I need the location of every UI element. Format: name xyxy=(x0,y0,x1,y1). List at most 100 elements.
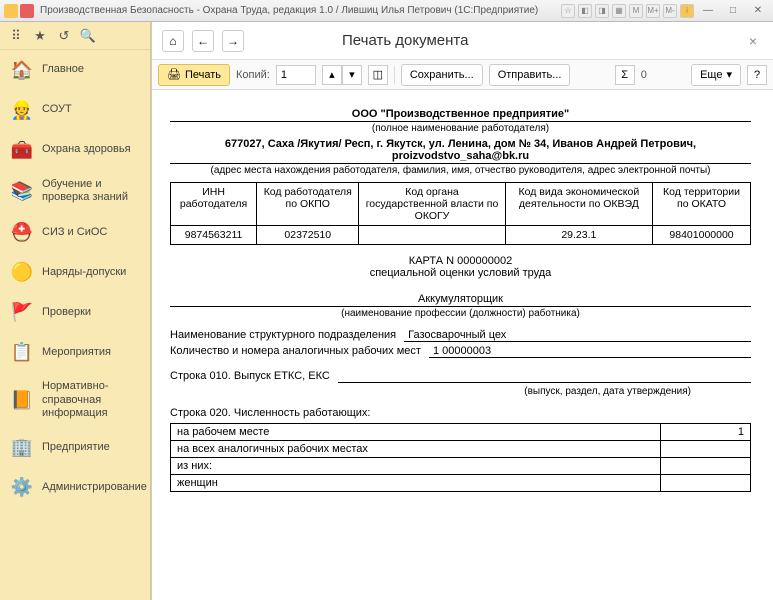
back-button[interactable]: ← xyxy=(192,30,214,52)
th-okogu: Код органа государственной власти по ОКО… xyxy=(359,183,505,226)
favorites-icon[interactable]: ★ xyxy=(32,28,48,44)
send-button[interactable]: Отправить... xyxy=(489,64,571,86)
maximize-icon[interactable]: □ xyxy=(722,3,744,19)
sidebar-tools: ⠿ ★ ↺ 🔍 xyxy=(0,22,150,50)
spin-up-icon[interactable]: ▴ xyxy=(322,65,342,85)
app-icon-2 xyxy=(20,4,34,18)
s020-label: Строка 020. Численность работающих: xyxy=(170,407,751,419)
preview-icon[interactable]: ◫ xyxy=(368,65,388,85)
th-inn: ИНН работодателя xyxy=(171,183,257,226)
s020-r3v xyxy=(661,458,751,475)
tb-tool-icon[interactable]: M xyxy=(629,4,643,18)
s020-r4v xyxy=(661,475,751,492)
sidebar-item-main[interactable]: 🏠 Главное xyxy=(0,50,150,90)
home-button[interactable]: ⌂ xyxy=(162,30,184,52)
sidebar-item-siz[interactable]: ⛑️ СИЗ и СиОС xyxy=(0,212,150,252)
reference-icon: 📙 xyxy=(10,388,34,412)
sidebar-item-training[interactable]: 📚 Обучение и проверка знаний xyxy=(0,170,150,212)
tb-tool-icon[interactable]: ☆ xyxy=(561,4,575,18)
s020-r3: из них: xyxy=(171,458,661,475)
profession-sub: (наименование профессии (должности) рабо… xyxy=(170,308,751,319)
flag-icon: 🚩 xyxy=(10,300,34,324)
sidebar-item-permits[interactable]: 🟡Наряды-допуски xyxy=(0,252,150,292)
tb-info-icon[interactable]: i xyxy=(680,4,694,18)
apps-icon[interactable]: ⠿ xyxy=(8,28,24,44)
sidebar-item-label: СИЗ и СиОС xyxy=(42,226,107,239)
document-scroll[interactable]: ООО "Производственное предприятие" (полн… xyxy=(152,90,773,600)
more-button[interactable]: Еще ▾ xyxy=(691,64,741,86)
close-icon[interactable]: ✕ xyxy=(747,3,769,19)
tb-tool-icon[interactable]: ◧ xyxy=(578,4,592,18)
address-sub: (адрес места нахождения работодателя, фа… xyxy=(170,165,751,176)
org-name: ООО "Производственное предприятие" xyxy=(170,108,751,120)
home-icon: 🏠 xyxy=(10,58,34,82)
sum-value: 0 xyxy=(641,69,647,81)
th-okved: Код вида экономической деятельности по О… xyxy=(505,183,652,226)
help-icon[interactable]: ? xyxy=(747,65,767,85)
td-okato: 98401000000 xyxy=(653,226,751,245)
window-titlebar: Производственная Безопасность - Охрана Т… xyxy=(0,0,773,22)
sidebar: ⠿ ★ ↺ 🔍 🏠Главное 👷СОУТ 🧰Охрана здоровья … xyxy=(0,22,151,600)
unit-label: Наименование структурного подразделения xyxy=(170,329,396,342)
unit-value: Газосварочный цех xyxy=(404,329,751,342)
sidebar-item-label: Администрирование xyxy=(42,481,147,494)
th-okpo: Код работодателя по ОКПО xyxy=(257,183,359,226)
sidebar-item-events[interactable]: 📋 Мероприятия xyxy=(0,332,150,372)
save-button[interactable]: Сохранить... xyxy=(401,64,483,86)
sidebar-item-label: Главное xyxy=(42,63,84,76)
profession: Аккумуляторщик xyxy=(170,293,751,305)
tb-tool-icon[interactable]: M- xyxy=(663,4,677,18)
chevron-down-icon: ▾ xyxy=(726,68,732,81)
sidebar-item-admin[interactable]: ⚙️ Администрирование xyxy=(0,468,150,508)
toolbar: 🖨Печать Копий: ▴ ▾ ◫ Сохранить... Отправ… xyxy=(152,60,773,90)
firstaid-icon: 🧰 xyxy=(10,138,34,162)
titlebar-right-icons: ☆ ◧ ◨ ▦ M M+ M- i — □ ✕ xyxy=(561,3,769,19)
sidebar-item-health[interactable]: 🧰 Охрана здоровья xyxy=(0,130,150,170)
forward-button[interactable]: → xyxy=(222,30,244,52)
print-button[interactable]: 🖨Печать xyxy=(158,64,230,86)
doc-header: ⌂ ← → Печать документа × xyxy=(152,22,773,60)
sidebar-item-label: Обучение и проверка знаний xyxy=(42,178,140,204)
sidebar-item-label: СОУТ xyxy=(42,103,72,116)
s010-label: Строка 010. Выпуск ЕТКС, ЕКС xyxy=(170,370,330,383)
tb-tool-icon[interactable]: ◨ xyxy=(595,4,609,18)
s010-sub: (выпуск, раздел, дата утверждения) xyxy=(170,386,751,397)
sidebar-item-enterprise[interactable]: 🏢 Предприятие xyxy=(0,428,150,468)
sum-icon[interactable]: Σ xyxy=(615,65,635,85)
codes-table: ИНН работодателя Код работодателя по ОКП… xyxy=(170,182,751,245)
sidebar-item-sout[interactable]: 👷СОУТ xyxy=(0,90,150,130)
print-page: ООО "Производственное предприятие" (полн… xyxy=(156,98,765,502)
sidebar-item-checks[interactable]: 🚩 Проверки xyxy=(0,292,150,332)
search-icon[interactable]: 🔍 xyxy=(80,28,96,44)
content-area: ⌂ ← → Печать документа × 🖨Печать Копий: … xyxy=(151,22,773,600)
copies-input[interactable] xyxy=(276,65,316,85)
td-okpo: 02372510 xyxy=(257,226,359,245)
sidebar-item-label: Предприятие xyxy=(42,441,110,454)
gear-icon: ⚙️ xyxy=(10,476,34,500)
td-okved: 29.23.1 xyxy=(505,226,652,245)
minimize-icon[interactable]: — xyxy=(697,3,719,19)
helmet-icon: ⛑️ xyxy=(10,220,34,244)
spin-down-icon[interactable]: ▾ xyxy=(342,65,362,85)
s010-value xyxy=(338,370,751,383)
s020-table: на рабочем месте1 на всех аналогичных ра… xyxy=(170,423,751,492)
books-icon: 📚 xyxy=(10,179,34,203)
similar-value: 1 00000003 xyxy=(429,345,751,358)
th-okato: Код территории по ОКАТО xyxy=(653,183,751,226)
building-icon: 🏢 xyxy=(10,436,34,460)
tb-tool-icon[interactable]: ▦ xyxy=(612,4,626,18)
history-icon[interactable]: ↺ xyxy=(56,28,72,44)
sidebar-item-ref[interactable]: 📙 Нормативно-справочная информация xyxy=(0,372,150,428)
close-tab-icon[interactable]: × xyxy=(743,31,763,51)
s020-r2v xyxy=(661,441,751,458)
org-sub: (полное наименование работодателя) xyxy=(170,123,751,134)
s020-r4: женщин xyxy=(171,475,661,492)
sidebar-item-label: Проверки xyxy=(42,306,91,319)
card-subtitle: специальной оценки условий труда xyxy=(170,267,751,279)
sidebar-item-label: Охрана здоровья xyxy=(42,143,131,156)
clipboard-icon: 📋 xyxy=(10,340,34,364)
s020-r1v: 1 xyxy=(661,424,751,441)
sidebar-item-label: Мероприятия xyxy=(42,346,111,359)
tb-tool-icon[interactable]: M+ xyxy=(646,4,660,18)
sidebar-item-label: Нормативно-справочная информация xyxy=(42,380,140,420)
